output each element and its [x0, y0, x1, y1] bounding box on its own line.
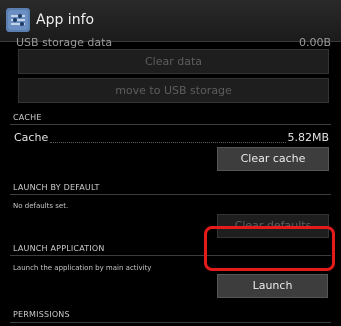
app-settings-icon[interactable]	[6, 8, 30, 32]
cache-value: 5.82MB	[287, 131, 329, 144]
launch-default-divider	[10, 194, 331, 195]
cache-label: Cache	[14, 131, 49, 144]
cache-section-header: CACHE	[13, 113, 42, 122]
no-defaults-text: No defaults set.	[13, 202, 69, 210]
storage-data-value: 0.00B	[298, 36, 331, 48]
clear-data-button[interactable]: Clear data	[18, 49, 329, 74]
launch-app-section-header: LAUNCH APPLICATION	[13, 244, 105, 253]
permissions-divider	[10, 322, 331, 323]
clear-cache-button[interactable]: Clear cache	[217, 147, 329, 171]
launch-button[interactable]: Launch	[217, 274, 328, 298]
storage-data-label: USB storage data	[16, 36, 113, 48]
permissions-section-header: PERMISSIONS	[13, 310, 70, 319]
app-info-content[interactable]: USB storage data 0.00B Clear data move t…	[0, 36, 341, 326]
launch-description: Launch the application by main activity	[13, 264, 152, 272]
launch-highlight-annotation	[204, 226, 335, 271]
cache-dots	[50, 142, 286, 143]
move-to-usb-button[interactable]: move to USB storage	[18, 78, 329, 103]
page-title: App info	[36, 12, 95, 28]
cache-divider	[10, 124, 331, 125]
storage-data-row: USB storage data 0.00B	[16, 36, 331, 48]
launch-default-section-header: LAUNCH BY DEFAULT	[13, 183, 100, 192]
